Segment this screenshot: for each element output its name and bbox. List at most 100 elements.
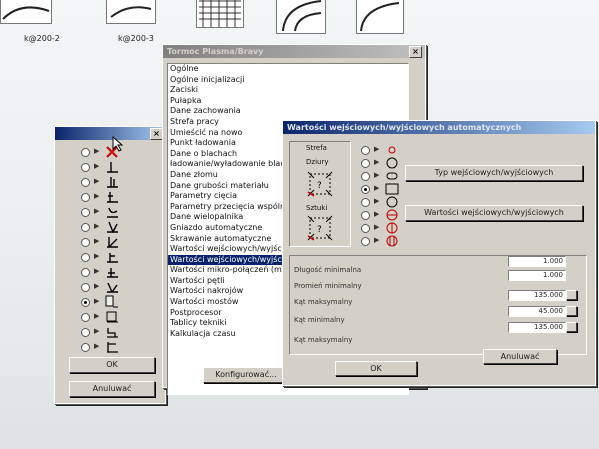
option-radio[interactable] (81, 163, 90, 172)
option-radio[interactable] (81, 238, 90, 247)
option-row[interactable]: ▶ (75, 175, 155, 190)
cancel-button[interactable]: Anuluwać (69, 381, 155, 397)
max-angle-field-2[interactable]: 135.000 (508, 322, 566, 333)
min-length-field-2[interactable]: 1.000 (508, 270, 566, 281)
arrow-icon: ▶ (94, 342, 100, 350)
option-row[interactable]: ▶ (75, 235, 155, 250)
thumbnail-2[interactable] (106, 0, 156, 24)
configure-button[interactable]: Konfigurować... (203, 367, 289, 383)
option-row[interactable]: ▶ (75, 340, 155, 355)
settings-item[interactable]: Zaciski (168, 85, 408, 96)
min-angle-picker-button[interactable] (566, 306, 577, 316)
max-angle-label-2: Kąt maksymalny (294, 336, 353, 344)
min-radius-label: Promień minimalny (294, 282, 362, 290)
option-row[interactable]: ▶ (75, 280, 155, 295)
settings-item[interactable]: Dane zachowania (168, 106, 408, 117)
lead-arc-icon (107, 207, 118, 218)
option-row[interactable]: ▶ (75, 205, 155, 220)
desktop: k@200-2 k@200-3 × ▶ ▶ ▶ ▶ ▶ ▶ ▶ ▶ ▶ ▶ ▶ … (0, 0, 599, 449)
tool-select-dialog: × ▶ ▶ ▶ ▶ ▶ ▶ ▶ ▶ ▶ ▶ ▶ ▶ ▶ ▶ OK Anuluwa… (54, 126, 166, 404)
small-circle-icon (388, 146, 396, 154)
option-row[interactable]: ▶ (75, 190, 155, 205)
settings-title: Tormoc Plasma/Bravy (167, 47, 264, 56)
option-row[interactable]: ▶ (75, 265, 155, 280)
rectangle-icon (385, 183, 399, 195)
svg-text:?: ? (317, 225, 322, 235)
ok-button[interactable]: OK (335, 361, 417, 376)
arrow-icon: ▶ (94, 252, 100, 260)
min-angle-field[interactable]: 45.000 (508, 306, 566, 317)
thumbnail-5[interactable] (356, 0, 404, 34)
ok-button[interactable]: OK (69, 357, 155, 373)
shape-radio[interactable] (361, 159, 370, 168)
parts-label: Sztuki (306, 204, 328, 212)
option-row[interactable]: ▶ (75, 160, 155, 175)
shape-radio[interactable] (361, 172, 370, 181)
shape-radio[interactable] (361, 146, 370, 155)
arrow-icon: ▶ (94, 312, 100, 320)
shape-radio[interactable] (361, 198, 370, 207)
lead-step-icon (107, 342, 118, 353)
settings-item[interactable]: Pułapka (168, 96, 408, 107)
settings-item[interactable]: Ogólne (168, 64, 408, 75)
max-angle-label: Kąt maksymalny (294, 298, 353, 306)
option-radio[interactable] (81, 343, 90, 352)
arrow-icon: ▶ (374, 197, 380, 205)
shape-row[interactable]: ▶ (355, 234, 435, 249)
arrow-icon: ▶ (374, 223, 380, 231)
shape-radio[interactable] (361, 211, 370, 220)
zone-panel: Strefa Dziury ? Sztuki ? (289, 141, 351, 247)
circle-icon (386, 196, 398, 208)
thumbnail-1[interactable] (0, 0, 52, 24)
option-radio[interactable] (81, 208, 90, 217)
max-angle-field[interactable]: 135.000 (508, 290, 566, 301)
option-radio[interactable] (81, 283, 90, 292)
arrow-icon: ▶ (374, 171, 380, 179)
arrow-icon: ▶ (94, 192, 100, 200)
values-group: Długość minimalna 1.000 1.000 Promień mi… (289, 255, 587, 355)
option-radio[interactable] (81, 313, 90, 322)
option-radio[interactable] (81, 328, 90, 337)
hole-leadin-preview-icon: ? (307, 171, 333, 197)
arrow-icon: ▶ (94, 237, 100, 245)
max-angle-picker-button[interactable] (566, 290, 577, 300)
arrow-icon: ▶ (94, 162, 100, 170)
io-title: Wartości wejściowych/wyjściowych automat… (287, 123, 522, 132)
option-radio[interactable] (81, 268, 90, 277)
shape-radio-selected[interactable] (361, 185, 370, 194)
option-radio[interactable] (81, 223, 90, 232)
arrow-icon: ▶ (94, 222, 100, 230)
option-row[interactable]: ▶ (75, 310, 155, 325)
lead-box-icon (106, 311, 118, 323)
arrow-icon: ▶ (94, 207, 100, 215)
mouse-cursor-icon (112, 136, 124, 152)
option-radio[interactable] (81, 193, 90, 202)
option-row[interactable]: ▶ (75, 220, 155, 235)
option-radio[interactable] (81, 253, 90, 262)
option-radio[interactable] (81, 148, 90, 157)
option-row[interactable]: ▶ (75, 250, 155, 265)
io-values-button[interactable]: Wartości wejściowych/wyjściowych (405, 205, 583, 221)
thumbnail-4[interactable] (276, 0, 326, 34)
option-radio[interactable] (81, 298, 90, 307)
arrow-icon: ▶ (374, 210, 380, 218)
tool-select-titlebar: × (55, 127, 165, 140)
max-angle-picker-button-2[interactable] (566, 322, 577, 332)
settings-item[interactable]: Ogólne inicjalizacji (168, 75, 408, 86)
arrow-icon: ▶ (94, 147, 100, 155)
min-length-field[interactable]: 1.000 (508, 256, 566, 267)
close-button[interactable]: × (409, 46, 422, 58)
lead-angle-icon (107, 282, 118, 293)
cancel-button[interactable]: Anuluwać (483, 349, 557, 364)
part-leadin-preview-icon: ? (307, 215, 333, 241)
option-row[interactable]: ▶ (75, 295, 155, 310)
arrow-icon: ▶ (94, 177, 100, 185)
option-radio[interactable] (81, 178, 90, 187)
thumbnail-3[interactable] (196, 0, 244, 28)
option-row[interactable]: ▶ (75, 325, 155, 340)
shape-radio[interactable] (361, 224, 370, 233)
shape-radio[interactable] (361, 237, 370, 246)
svg-text:?: ? (317, 181, 322, 191)
lead-line-icon (107, 253, 118, 263)
io-type-button[interactable]: Typ wejściowych/wyjściowych (405, 165, 583, 181)
